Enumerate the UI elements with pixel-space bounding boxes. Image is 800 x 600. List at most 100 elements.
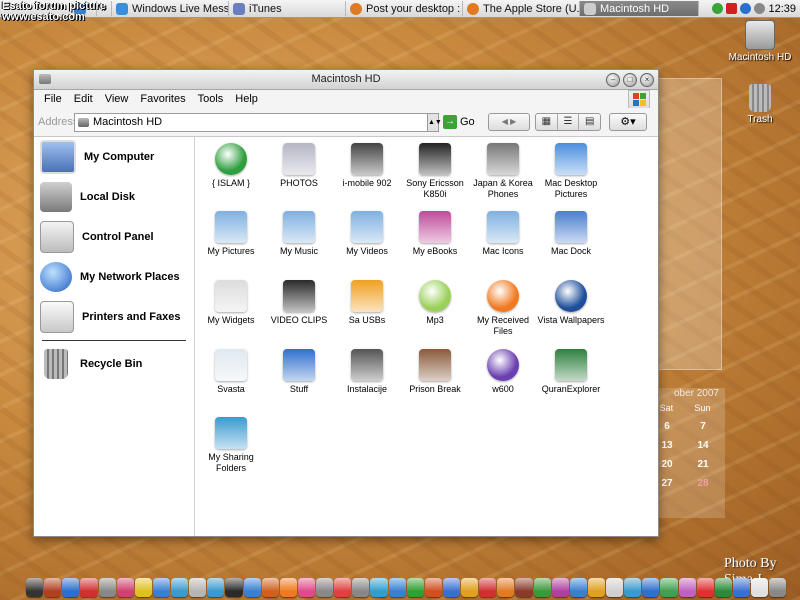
dock-app-icon[interactable] (261, 577, 279, 597)
file-item[interactable]: Svasta (197, 349, 265, 395)
sidebar-item-local-disk[interactable]: Local Disk (34, 177, 194, 217)
dock-app-icon[interactable] (316, 577, 334, 597)
file-item[interactable]: My Received Files (469, 280, 537, 337)
dock-app-icon[interactable] (171, 577, 189, 597)
dock-app-icon[interactable] (678, 577, 696, 597)
dock-app-icon[interactable] (152, 577, 170, 597)
address-input[interactable]: Macintosh HD ▲▼ (74, 112, 442, 132)
dock-app-icon[interactable] (207, 577, 225, 597)
dock-app-icon[interactable] (225, 577, 243, 597)
dock-app-icon[interactable] (98, 577, 116, 597)
dock-app-icon[interactable] (62, 577, 80, 597)
sidebar-item-control-panel[interactable]: Control Panel (34, 217, 194, 257)
file-item[interactable]: Mac Dock (537, 211, 605, 257)
dock-app-icon[interactable] (243, 577, 261, 597)
close-button[interactable]: × (640, 73, 654, 87)
dock-app-icon[interactable] (642, 577, 660, 597)
tray-globe-icon[interactable] (712, 3, 724, 14)
menu-file[interactable]: File (38, 93, 68, 105)
file-item[interactable]: Mp3 (401, 280, 469, 326)
sidebar-item-my-network-places[interactable]: My Network Places (34, 257, 194, 297)
desktop-icon-trash[interactable]: Trash (715, 84, 800, 125)
taskbar-item-messenger[interactable]: Windows Live Mess... (112, 1, 229, 16)
file-item[interactable]: w600 (469, 349, 537, 395)
taskbar-item-firefox-post[interactable]: Post your desktop : ... (346, 1, 463, 16)
dock-app-icon[interactable] (569, 577, 587, 597)
file-item[interactable]: Japan & Korea Phones (469, 143, 537, 200)
dock-app-icon[interactable] (134, 577, 152, 597)
dock-app-icon[interactable] (533, 577, 551, 597)
dock-app-icon[interactable] (732, 577, 750, 597)
taskbar-item-itunes[interactable]: iTunes (229, 1, 346, 16)
menu-view[interactable]: View (99, 93, 135, 105)
desktop-icon-macintosh-hd[interactable]: Macintosh HD (715, 20, 800, 63)
sidebar-item-recycle-bin[interactable]: Recycle Bin (34, 344, 194, 384)
sidebar-item-printers-and-faxes[interactable]: Printers and Faxes (34, 297, 194, 337)
dock-app-icon[interactable] (696, 577, 714, 597)
tray-volume-icon[interactable] (754, 3, 766, 14)
dock-app-icon[interactable] (479, 577, 497, 597)
dock-app-icon[interactable] (424, 577, 442, 597)
dock-app-icon[interactable] (189, 577, 207, 597)
action-gear-button[interactable]: ⚙▾ (609, 113, 647, 131)
window-titlebar[interactable]: Macintosh HD – □ × (34, 70, 658, 90)
dock-app-icon[interactable] (497, 577, 515, 597)
minimize-button[interactable]: – (606, 73, 620, 87)
dock-app-icon[interactable] (660, 577, 678, 597)
dock-app-icon[interactable] (334, 577, 352, 597)
menu-tools[interactable]: Tools (192, 93, 230, 105)
file-item[interactable]: Mac Desktop Pictures (537, 143, 605, 200)
dock-app-icon[interactable] (551, 577, 569, 597)
file-item[interactable]: i-mobile 902 (333, 143, 401, 189)
dock-app-icon[interactable] (606, 577, 624, 597)
dock-app-icon[interactable] (624, 577, 642, 597)
file-item[interactable]: QuranExplorer (537, 349, 605, 395)
dock-app-icon[interactable] (388, 577, 406, 597)
dock-app-icon[interactable] (80, 577, 98, 597)
dock-app-icon[interactable] (370, 577, 388, 597)
dock-app-icon[interactable] (297, 577, 315, 597)
dock-app-icon[interactable] (279, 577, 297, 597)
file-item[interactable]: My Music (265, 211, 333, 257)
taskbar-item-apple-store[interactable]: The Apple Store (U... (463, 1, 580, 16)
file-item[interactable]: My Sharing Folders (197, 417, 265, 474)
dock-app-icon[interactable] (406, 577, 424, 597)
file-item[interactable]: Stuff (265, 349, 333, 395)
dock-app-icon[interactable] (352, 577, 370, 597)
file-item[interactable]: Sony Ericsson K850i (401, 143, 469, 200)
dock-app-icon[interactable] (714, 577, 732, 597)
file-item[interactable]: My Widgets (197, 280, 265, 326)
file-item[interactable]: My Videos (333, 211, 401, 257)
dock-app-icon[interactable] (587, 577, 605, 597)
menu-favorites[interactable]: Favorites (134, 93, 191, 105)
file-item[interactable]: Sa USBs (333, 280, 401, 326)
go-button[interactable]: → Go (443, 115, 475, 129)
dock-app-icon[interactable] (461, 577, 479, 597)
dock-app-icon[interactable] (751, 577, 769, 597)
icon-view-button[interactable]: ▦ (536, 114, 558, 130)
sidebar-item-my-computer[interactable]: My Computer (34, 137, 194, 177)
file-item[interactable]: Prison Break (401, 349, 469, 395)
dock-app-icon[interactable] (515, 577, 533, 597)
dock-app-icon[interactable] (44, 577, 62, 597)
taskbar-item-macintosh-hd[interactable]: Macintosh HD (580, 1, 699, 16)
column-view-button[interactable]: ▤ (579, 114, 600, 130)
menu-edit[interactable]: Edit (68, 93, 99, 105)
file-item[interactable]: Mac Icons (469, 211, 537, 257)
file-item[interactable]: My Pictures (197, 211, 265, 257)
tray-clock[interactable]: 12:39 (768, 3, 796, 15)
chevron-down-icon[interactable]: ▲▼ (427, 113, 442, 131)
tray-network-icon[interactable] (740, 3, 752, 14)
dock-app-icon[interactable] (769, 577, 787, 597)
dock-app-icon[interactable] (26, 577, 44, 597)
file-item[interactable]: Vista Wallpapers (537, 280, 605, 326)
dock-app-icon[interactable] (116, 577, 134, 597)
file-item[interactable]: VIDEO CLIPS (265, 280, 333, 326)
file-item[interactable]: My eBooks (401, 211, 469, 257)
dock-app-icon[interactable] (442, 577, 460, 597)
file-item[interactable]: PHOTOS (265, 143, 333, 189)
menu-help[interactable]: Help (229, 93, 264, 105)
tray-k-icon[interactable] (726, 3, 738, 14)
file-item[interactable]: Instalacije (333, 349, 401, 395)
back-forward-button[interactable]: ◀ ▶ (488, 113, 530, 131)
